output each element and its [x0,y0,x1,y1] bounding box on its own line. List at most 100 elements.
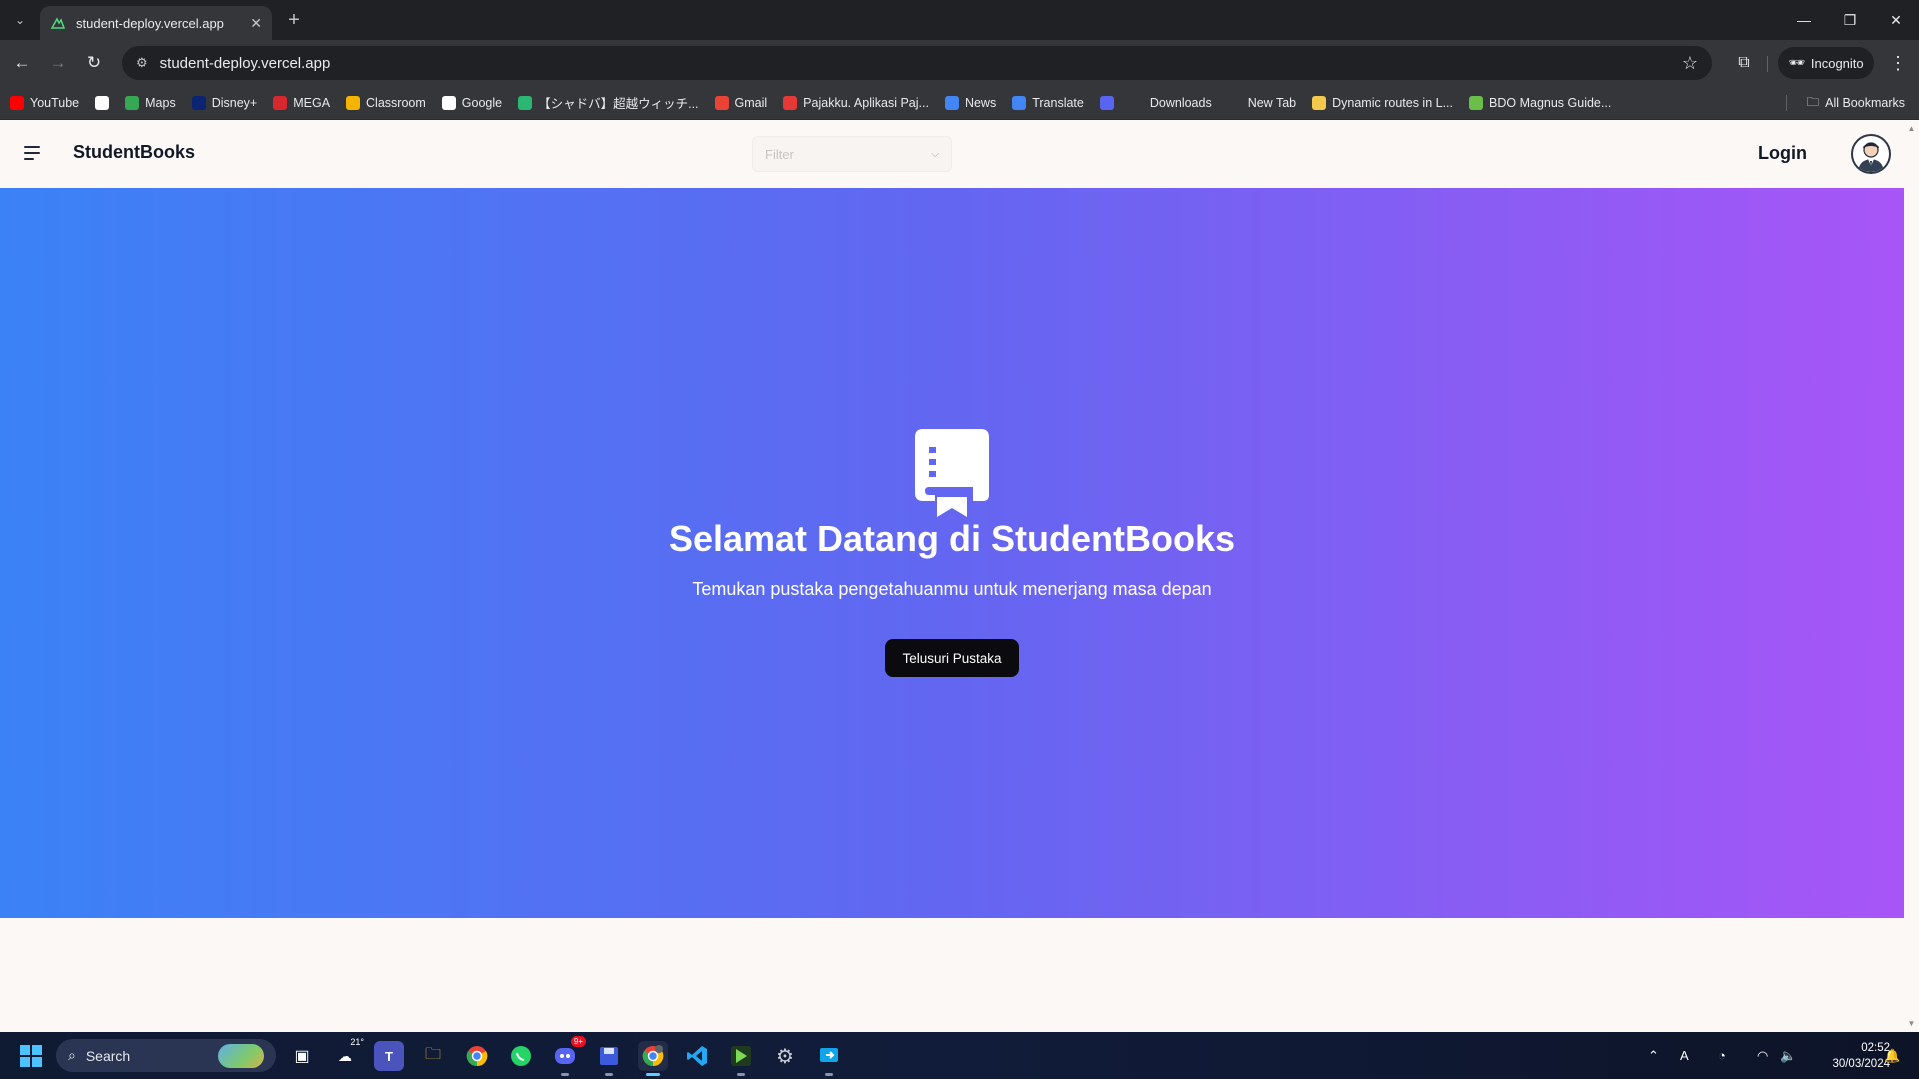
bookmark-item[interactable]: Downloads [1129,95,1212,110]
globe-icon [1227,95,1242,110]
bookmark-item[interactable]: News [944,95,997,110]
page-scrollbar[interactable]: ▲ ▼ [1904,120,1919,1032]
bookmark-star-icon[interactable]: ☆ [1682,53,1698,74]
bdo-icon [1469,95,1484,110]
all-bookmarks-button[interactable]: 🗀 All Bookmarks [1807,86,1905,120]
bookmark-label: Downloads [1149,95,1212,110]
bookmark-item[interactable]: Gmail [714,95,768,110]
task-view-icon[interactable]: ▣ [287,1041,317,1071]
address-bar[interactable]: ⚙ student-deploy.vercel.app ☆ [122,46,1712,80]
scroll-up-icon[interactable]: ▲ [1907,124,1916,133]
scroll-down-icon[interactable]: ▼ [1907,1019,1916,1028]
forward-button[interactable]: → [44,49,72,77]
whatsapp-icon[interactable] [506,1041,536,1071]
restore-button[interactable]: ❐ [1827,0,1873,40]
chevron-down-icon: ⌵ [931,148,939,160]
file-explorer-icon[interactable]: 🗀 [418,1041,448,1071]
active-tab[interactable]: student-deploy.vercel.app ✕ [40,6,272,40]
bookmark-item[interactable]: Pajakku. Aplikasi Paj... [783,95,929,110]
tab-search-button[interactable]: ⌄ [8,8,32,32]
all-bookmarks-label: All Bookmarks [1825,96,1905,110]
new-tab-button[interactable]: + [282,8,306,32]
tray-overflow-icon[interactable]: ⌃ [1648,1032,1659,1079]
chrome-incognito-icon[interactable] [638,1041,668,1076]
bookmark-item[interactable]: Maps [125,95,176,110]
volume-icon[interactable]: 🔈 [1780,1032,1796,1079]
weather-temp: 21° [350,1037,364,1047]
bookmark-item[interactable]: MEGA [273,95,330,110]
notification-bell-icon[interactable]: 🔔 [1884,1032,1900,1079]
bookmark-label: News [964,95,997,110]
pen-ink-icon[interactable]: A [1680,1032,1689,1079]
browser-menu-icon[interactable]: ⋮ [1886,49,1910,77]
url-text[interactable]: student-deploy.vercel.app [160,55,1682,72]
browser-tab-strip: ⌄ student-deploy.vercel.app ✕ + — ❐ ✕ [0,0,1919,40]
windows-start-icon[interactable] [20,1045,42,1067]
bookmark-label: Disney+ [211,95,258,110]
site-brand[interactable]: StudentBooks [73,142,195,163]
hamburger-menu-icon[interactable] [24,146,40,160]
bookmark-label: New Tab [1247,95,1297,110]
google-icon [441,95,456,110]
chrome-icon[interactable] [462,1041,492,1071]
bookmark-item[interactable]: Disney+ [191,95,258,110]
browser-toolbar: ← → ↻ ⚙ student-deploy.vercel.app ☆ ⧉ 🕶 … [0,40,1919,86]
close-window-button[interactable]: ✕ [1873,0,1919,40]
incognito-label: Incognito [1810,55,1864,71]
pajakku-icon [783,95,798,110]
discord-icon [1099,95,1114,110]
wifi-icon[interactable]: ◠ [1757,1032,1768,1079]
vscode-icon[interactable] [682,1041,712,1071]
user-avatar[interactable] [1851,134,1891,174]
bookmark-item[interactable]: Dynamic routes in L... [1312,95,1453,110]
weather-widget-icon[interactable]: ☁ 21° [330,1037,364,1071]
game-launcher-icon[interactable] [726,1041,756,1076]
bookmark-label: Pajakku. Aplikasi Paj... [803,95,929,110]
hero-title: Selamat Datang di StudentBooks [668,518,1236,559]
bookmark-item[interactable]: New Tab [1227,95,1297,110]
taskbar-search-label: Search [85,1047,131,1064]
bookmark-item[interactable]: BDO Magnus Guide... [1469,95,1611,110]
youtube-icon [10,95,24,110]
bookmark-item[interactable] [1099,95,1114,110]
bookmark-label: Maps [145,95,176,110]
extensions-icon[interactable]: ⧉ [1730,49,1758,77]
news-icon [944,95,959,110]
laravel-icon [1312,95,1327,110]
bookmark-label: YouTube [30,95,80,110]
minimize-button[interactable]: — [1781,0,1827,40]
tab-close-icon[interactable]: ✕ [250,15,262,32]
hero-section: Selamat Datang di StudentBooks Temukan p… [0,188,1904,918]
bookmark-label: Gmail [734,95,768,110]
bookmark-item[interactable]: Google [441,95,502,110]
save-app-icon[interactable] [594,1041,624,1076]
back-button[interactable]: ← [8,49,36,77]
browse-library-button[interactable]: Telusuri Pustaka [885,639,1019,677]
gmail-icon [714,95,729,110]
bookmark-item[interactable] [95,95,110,110]
filter-select[interactable]: Filter ⌵ [752,136,952,172]
search-icon: ⌕ [68,1047,76,1063]
bookmark-item[interactable]: YouTube [10,95,80,110]
bookmark-item[interactable]: Translate [1012,95,1084,110]
teams-icon[interactable]: T [374,1041,404,1071]
login-link[interactable]: Login [1758,143,1807,164]
reload-button[interactable]: ↻ [80,49,108,77]
download-icon [1129,95,1144,110]
bookmarks-divider [1786,95,1787,111]
taskbar-clock[interactable]: 02:52 30/03/2024 [1810,1040,1890,1072]
discord-icon[interactable]: 9+ [550,1036,586,1076]
folder-icon: 🗀 [1806,94,1820,109]
remote-desktop-icon[interactable] [814,1041,844,1076]
bookmark-label: Classroom [366,95,426,110]
incognito-badge[interactable]: 🕶 Incognito [1778,47,1874,79]
bookmark-item[interactable]: Classroom [346,95,426,110]
vercel-favicon-icon [50,17,66,29]
site-info-icon[interactable]: ⚙ [136,55,148,71]
toolbar-divider [1767,56,1768,72]
focus-clock-icon[interactable]: ◔ [1718,1032,1726,1079]
taskbar-search[interactable]: ⌕ Search [56,1039,276,1072]
settings-gear-icon[interactable]: ⚙ [770,1041,800,1071]
translate-icon [1012,95,1027,110]
bookmark-item[interactable]: 【シャドバ】超越ウィッチ... [518,93,699,112]
